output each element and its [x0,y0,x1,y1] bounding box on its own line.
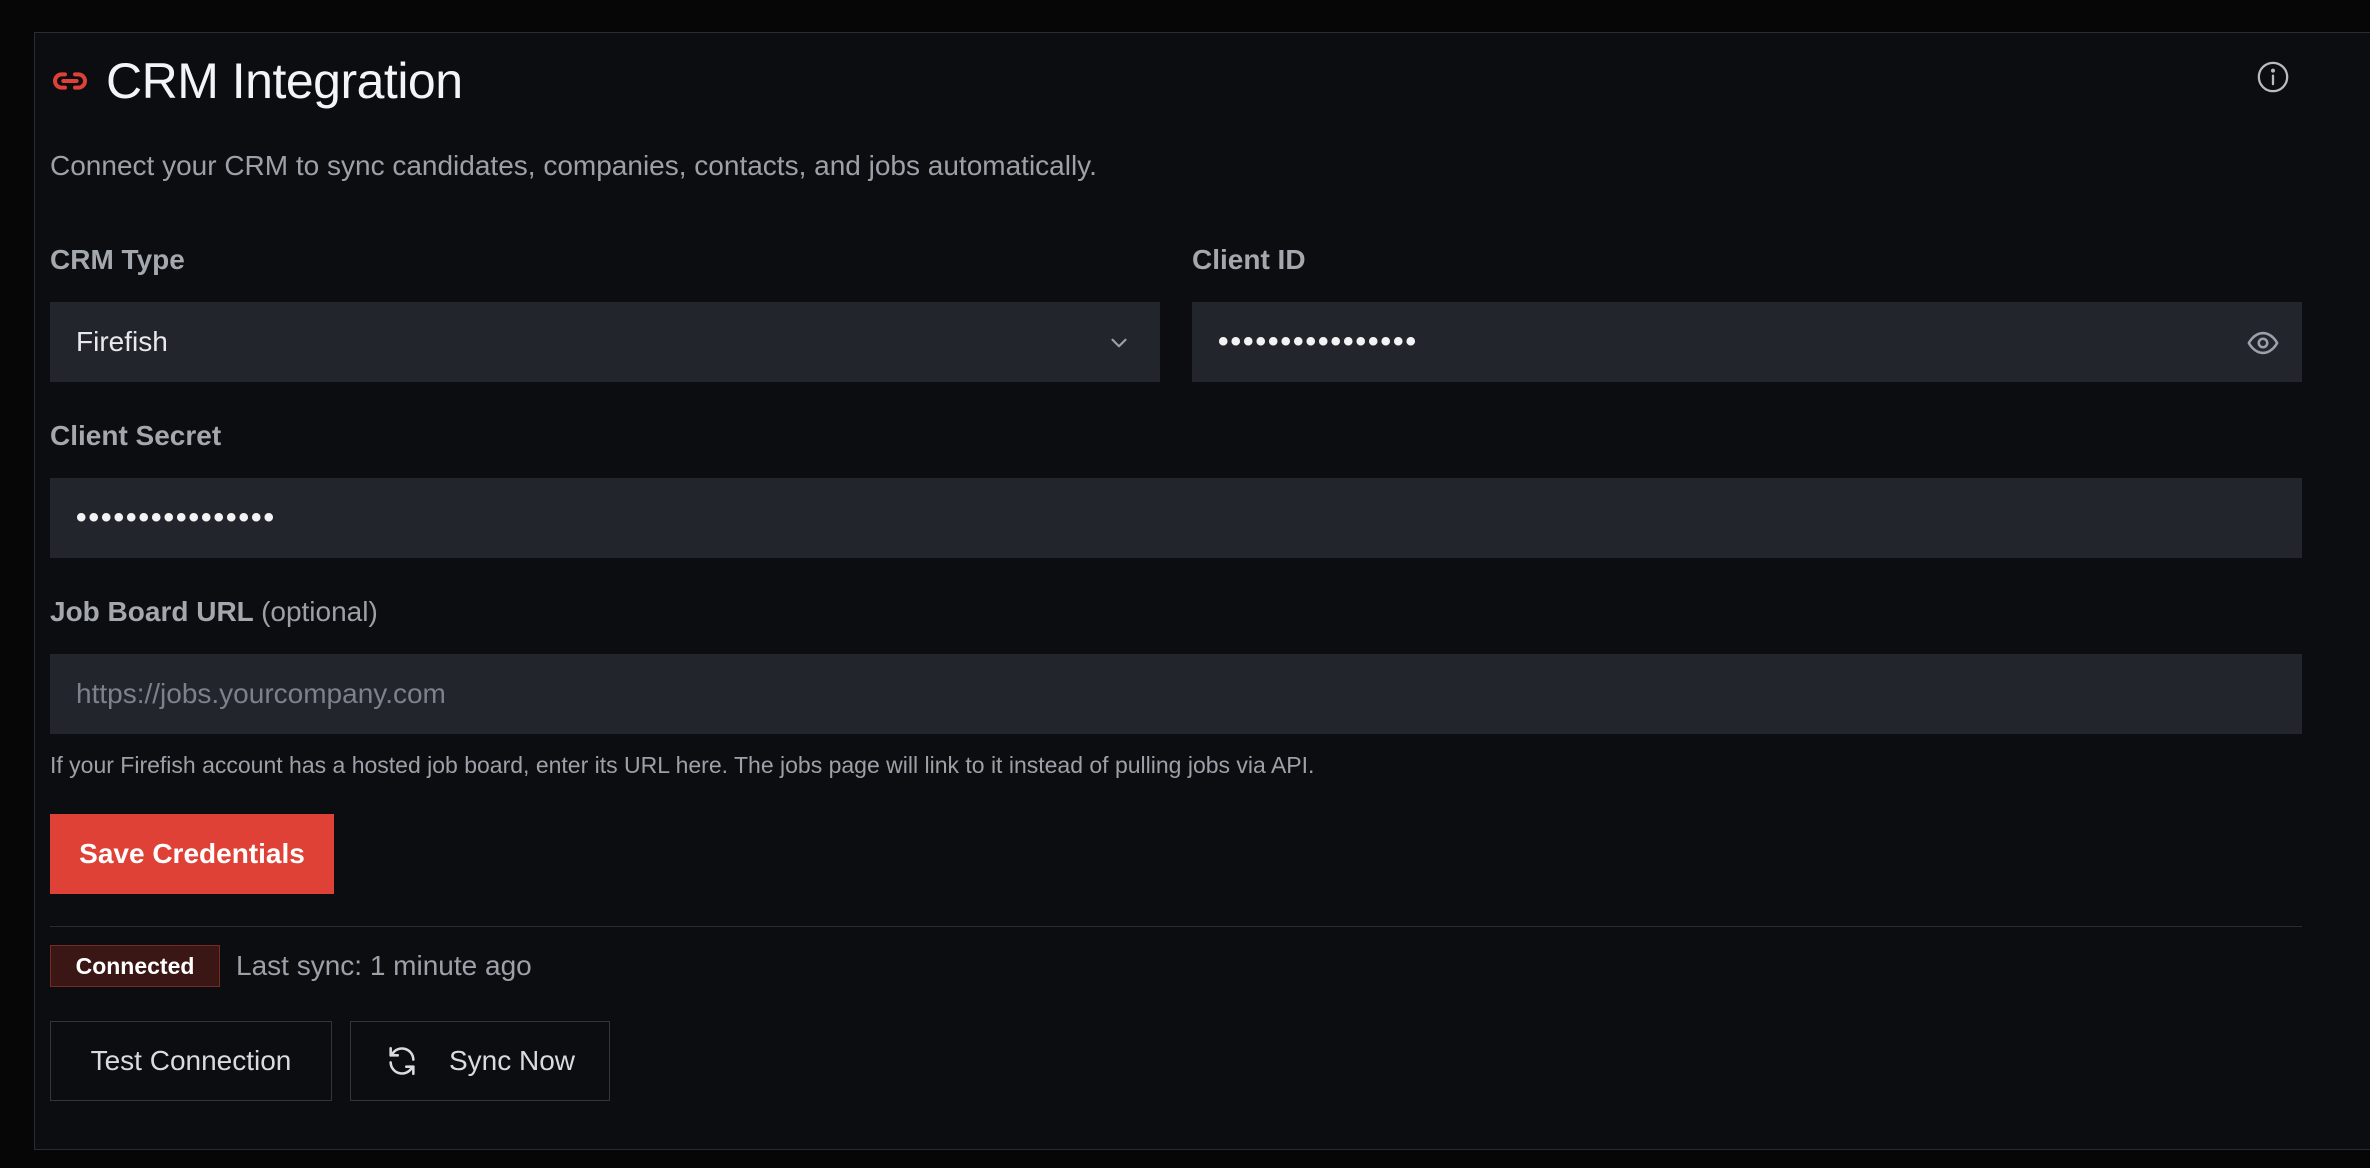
job-board-url-placeholder: https://jobs.yourcompany.com [76,678,446,709]
sync-now-button[interactable]: Sync Now [350,1021,610,1101]
client-secret-value: •••••••••••••••• [76,501,277,534]
job-board-url-input[interactable]: https://jobs.yourcompany.com [50,654,2302,734]
crm-integration-card [34,32,2370,1150]
crm-type-select[interactable]: Firefish [50,302,1160,382]
last-sync-text: Last sync: 1 minute ago [236,950,532,981]
crm-type-label: CRM Type [50,244,185,275]
link-icon [50,61,90,101]
client-id-field[interactable]: •••••••••••••••• [1192,302,2302,382]
client-secret-label: Client Secret [50,420,222,451]
optional-tag: (optional) [261,596,378,627]
client-id-label: Client ID [1192,244,1306,275]
job-board-url-hint: If your Firefish account has a hosted jo… [50,752,1315,778]
job-board-url-label: Job Board URL (optional) [50,596,378,628]
divider [50,926,2302,927]
client-secret-field[interactable]: •••••••••••••••• [50,478,2302,558]
page-title: CRM Integration [106,53,463,109]
sync-now-label: Sync Now [448,1045,576,1076]
eye-icon[interactable] [2246,326,2280,360]
save-credentials-button[interactable]: Save Credentials [50,814,334,894]
test-connection-button[interactable]: Test Connection [50,1021,332,1101]
chevron-down-icon [1106,330,1132,356]
card-header: CRM Integration [50,48,463,114]
status-badge: Connected [50,945,220,987]
job-board-url-label-text: Job Board URL [50,596,254,627]
info-icon[interactable] [2256,60,2290,94]
refresh-icon [385,1044,419,1078]
crm-type-value: Firefish [76,326,168,357]
client-id-value: •••••••••••••••• [1218,325,1419,358]
page-subtitle: Connect your CRM to sync candidates, com… [50,150,1097,181]
